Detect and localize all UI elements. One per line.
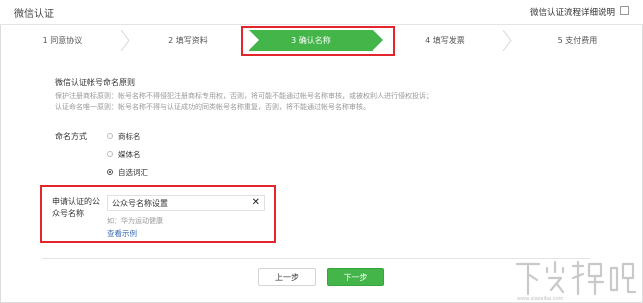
help-checkbox[interactable] — [620, 6, 629, 15]
step-label: 1 同意协议 — [42, 36, 83, 45]
prev-step-button[interactable]: 上一步 — [258, 268, 316, 286]
next-step-button[interactable]: 下一步 — [327, 268, 384, 286]
step-payment: 5 支付费用 — [512, 30, 643, 51]
highlight-box-account-name — [40, 185, 276, 243]
step-label: 5 支付费用 — [557, 36, 598, 45]
highlight-box-step — [241, 26, 395, 56]
radio-checked-icon[interactable] — [107, 169, 113, 175]
step-fill-info: 2 填写资料 — [128, 30, 248, 51]
radio-label: 媒体名 — [118, 150, 141, 159]
radio-icon[interactable] — [107, 133, 113, 139]
svg-text:www.xiazaiba.com: www.xiazaiba.com — [517, 296, 564, 301]
step-label: 2 填写资料 — [168, 36, 208, 45]
step-separator-icon — [502, 30, 512, 51]
page-title: 微信认证 — [14, 9, 54, 20]
naming-rules-title: 微信认证帐号命名原则 — [55, 78, 135, 87]
radio-label: 自选词汇 — [118, 168, 148, 177]
step-invoice: 4 填写发票 — [385, 30, 505, 51]
naming-rule-trademark: 保护注册商标原则：帐号名称不得侵犯注册商标专用权，否则，将可能不能通过帐号名称审… — [55, 92, 433, 100]
naming-method-label: 命名方式 — [55, 132, 87, 141]
step-agree: 1 同意协议 — [0, 30, 125, 51]
radio-icon[interactable] — [107, 151, 113, 157]
naming-rule-unique: 认证命名唯一原则：帐号名称不得与认证成功的同类帐号名称重复，否则，将不能通过帐号… — [55, 103, 370, 111]
process-help-link[interactable]: 微信认证流程详细说明 — [530, 6, 615, 18]
radio-label: 商标名 — [118, 132, 141, 141]
divider — [42, 258, 590, 259]
watermark-logo: www.xiazaiba.com — [515, 260, 637, 301]
page-header: 微信认证 微信认证流程详细说明 — [0, 0, 643, 25]
step-label: 4 填写发票 — [425, 36, 465, 45]
